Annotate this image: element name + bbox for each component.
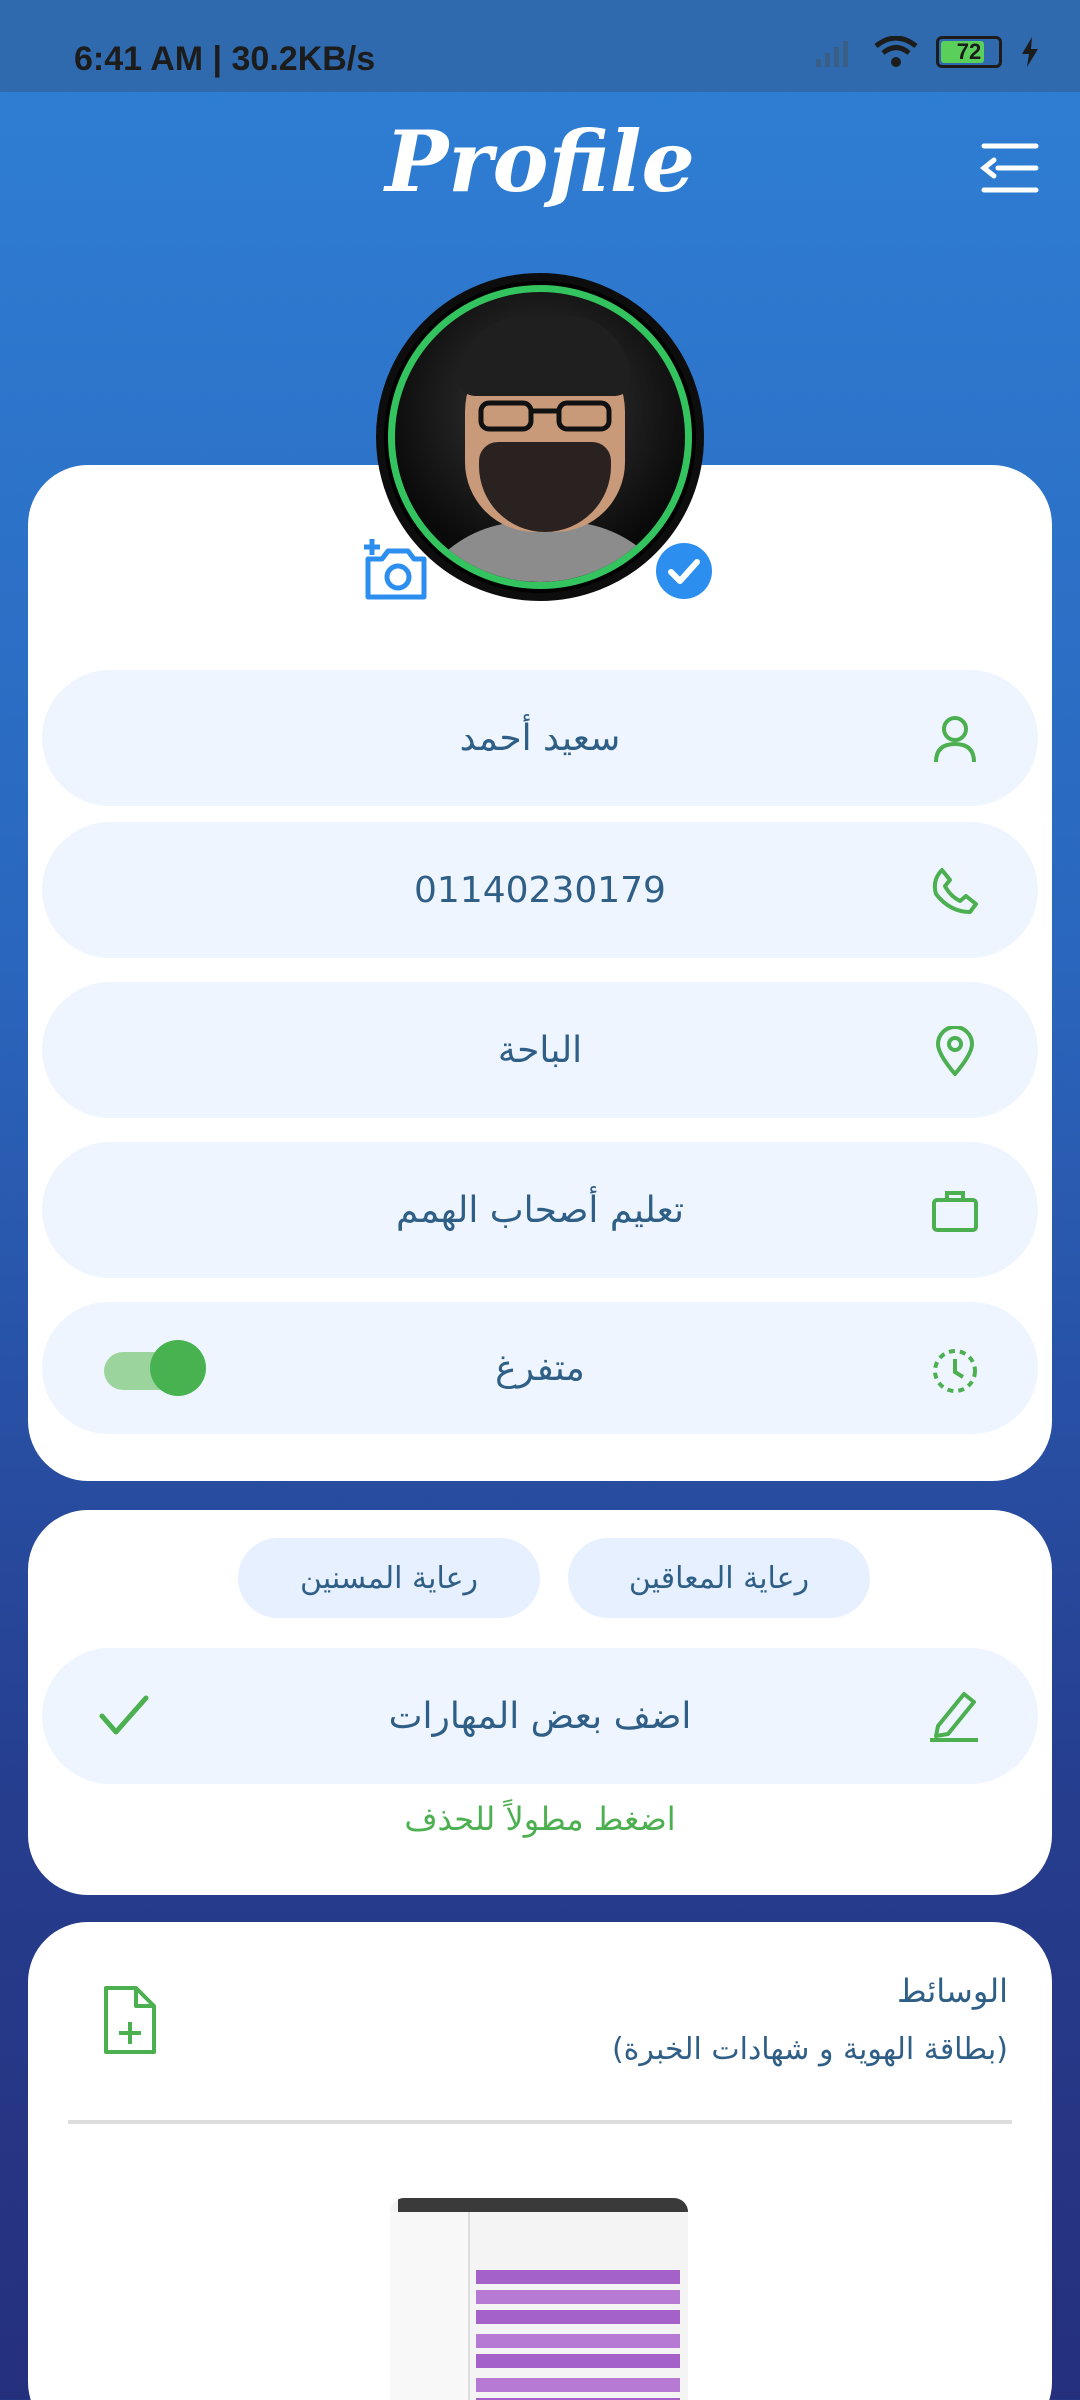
availability-field: متفرغ (42, 1302, 1038, 1434)
job-value: تعليم أصحاب الهمم (395, 1189, 685, 1231)
verified-check-icon (656, 543, 712, 599)
divider (68, 2120, 1012, 2124)
briefcase-icon (932, 1191, 978, 1232)
media-title: الوسائط (896, 1972, 1008, 2010)
media-card: الوسائط (بطاقة الهوية و شهادات الخبرة) (28, 1922, 1052, 2400)
status-bar: 6:41 AM | 30.2KB/s 72 (0, 0, 1080, 92)
battery-level: 72 (956, 39, 982, 64)
delete-hint: اضغط مطولاً للحذف (404, 1800, 676, 1838)
profile-card: سعيد أحمد 01140230179 الباحة تعليم أصحاب… (28, 465, 1052, 1481)
add-skill-field[interactable]: اضف بعض المهارات (42, 1648, 1038, 1784)
skill-chip[interactable]: رعاية المسنين (238, 1538, 540, 1618)
skill-chip[interactable]: رعاية المعاقين (568, 1538, 870, 1618)
person-icon (934, 716, 976, 763)
pencil-icon[interactable] (928, 1688, 980, 1742)
app-header: Profile (0, 92, 1080, 242)
charging-icon (1022, 37, 1038, 67)
phone-value: 01140230179 (414, 869, 666, 911)
phone-field[interactable]: 01140230179 (42, 822, 1038, 958)
file-add-icon[interactable] (102, 1984, 158, 2056)
media-subtitle: (بطاقة الهوية و شهادات الخبرة) (611, 2032, 1008, 2067)
location-value: الباحة (497, 1029, 583, 1071)
clock-dashed-icon (933, 1349, 977, 1393)
signal-icon (816, 41, 848, 67)
status-time: 6:41 AM | 30.2KB/s (74, 40, 376, 78)
avatar-photo (388, 285, 692, 589)
name-value: سعيد أحمد (459, 717, 621, 759)
battery-icon: 72 (936, 36, 1002, 68)
phone-icon (932, 868, 978, 914)
location-field[interactable]: الباحة (42, 982, 1038, 1118)
menu-back-icon[interactable] (978, 140, 1042, 196)
location-pin-icon (935, 1026, 975, 1076)
check-icon[interactable] (98, 1694, 150, 1738)
toggle-knob (150, 1340, 206, 1396)
status-icons: 72 (816, 36, 1040, 68)
name-field[interactable]: سعيد أحمد (42, 670, 1038, 806)
page-title: Profile (385, 112, 695, 211)
availability-toggle[interactable] (104, 1338, 206, 1398)
skills-card: رعاية المعاقين رعاية المسنين اضف بعض الم… (28, 1510, 1052, 1895)
add-skill-label: اضف بعض المهارات (388, 1695, 692, 1737)
wifi-icon (874, 36, 918, 67)
media-thumbnail[interactable] (390, 2198, 688, 2400)
add-photo-icon[interactable] (360, 537, 430, 601)
glasses (478, 400, 612, 432)
job-field[interactable]: تعليم أصحاب الهمم (42, 1142, 1038, 1278)
